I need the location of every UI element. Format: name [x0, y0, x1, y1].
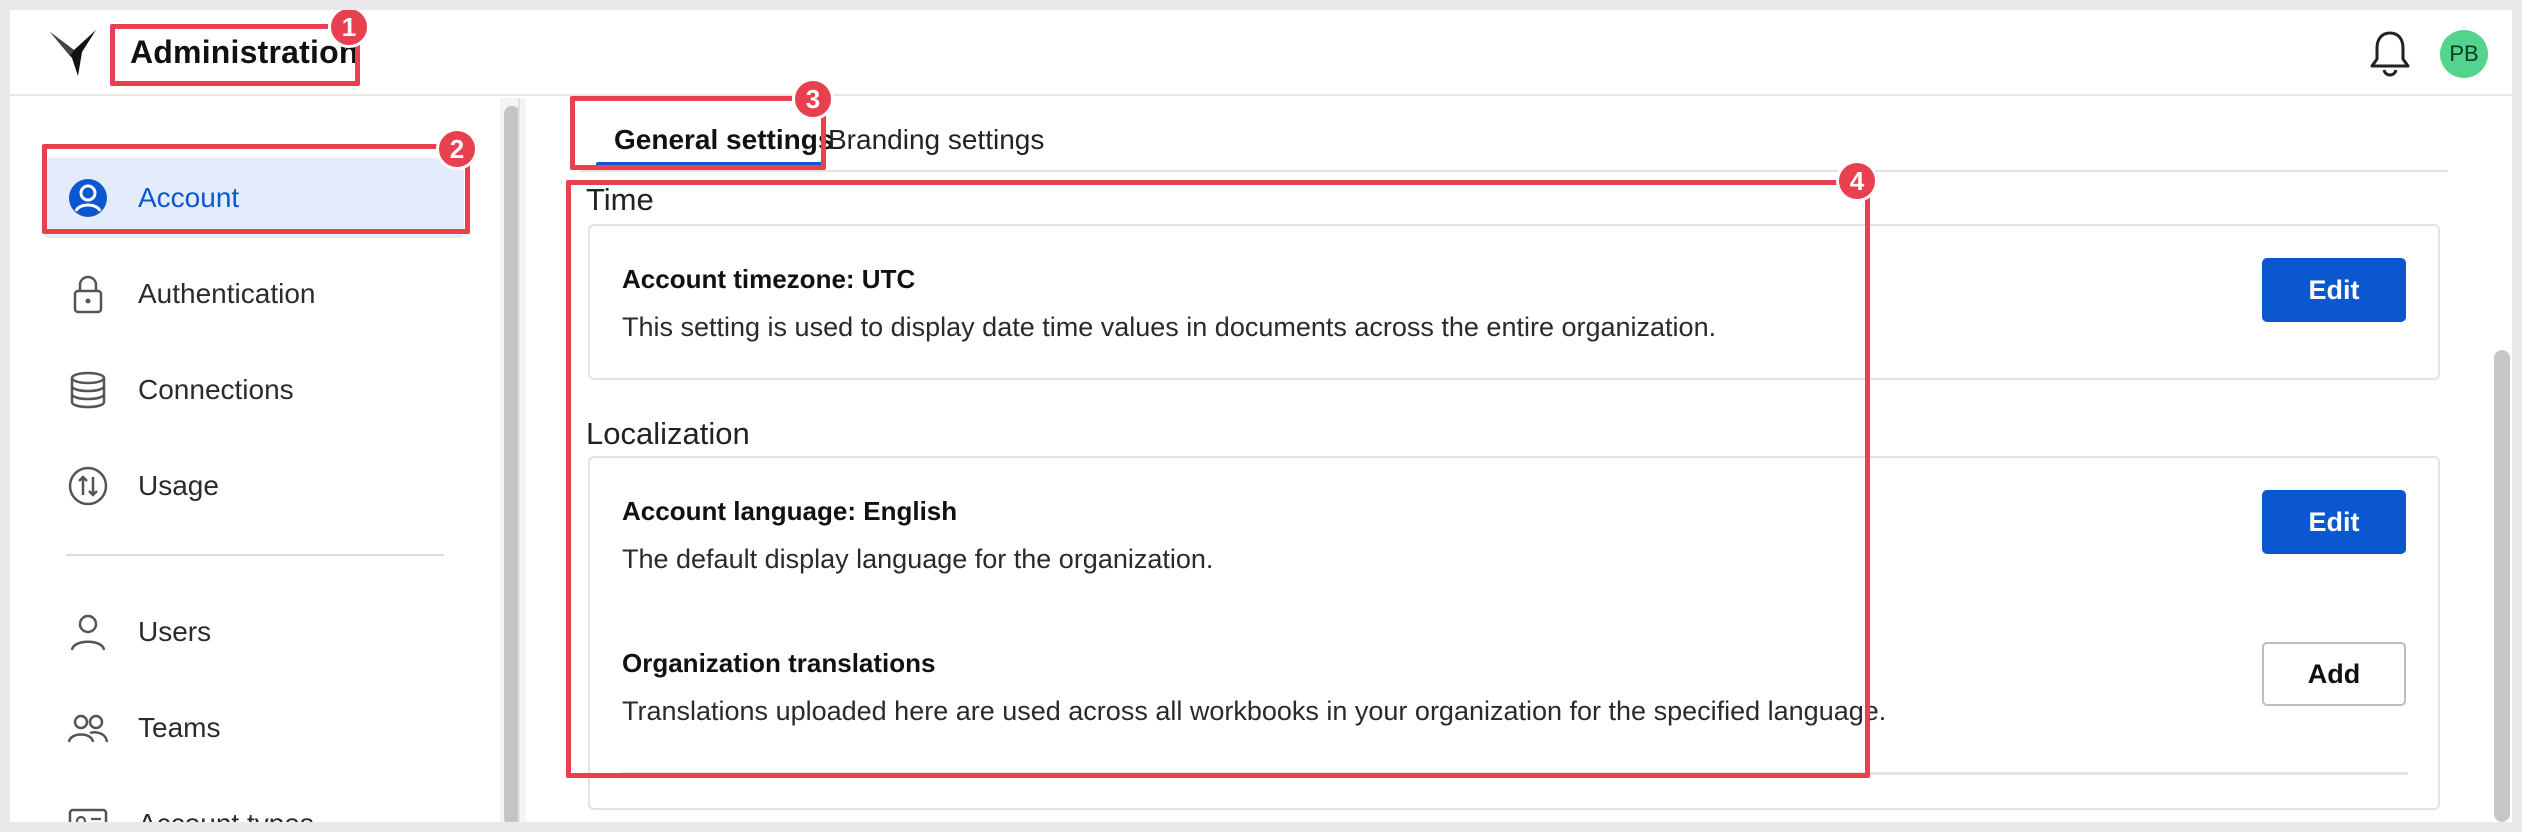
sidebar-item-users[interactable]: Users [44, 592, 464, 672]
admin-window: Administration PB Account Authentication [10, 10, 2512, 822]
annotation-badge-4: 4 [1836, 160, 1878, 202]
sidebar-item-usage[interactable]: Usage [44, 446, 464, 526]
sidebar-divider [66, 554, 444, 556]
user-icon [70, 614, 106, 651]
main-scrollbar[interactable] [2494, 350, 2510, 822]
annotation-box-3 [570, 96, 826, 170]
bell-icon[interactable] [2368, 29, 2412, 77]
settings-tabs: General settings Branding settings [580, 98, 2448, 172]
usage-icon [68, 466, 108, 506]
avatar[interactable]: PB [2440, 30, 2488, 78]
main-panel-border [518, 98, 520, 822]
lock-icon [73, 275, 103, 314]
edit-language-button[interactable]: Edit [2262, 490, 2406, 554]
sidebar-item-label: Usage [138, 470, 219, 501]
annotation-badge-3: 3 [792, 78, 834, 120]
annotation-badge-2: 2 [436, 128, 478, 170]
database-icon [70, 371, 106, 409]
tab-branding-settings[interactable]: Branding settings [828, 124, 1044, 156]
sidebar-item-label: Teams [138, 712, 221, 743]
annotation-box-2 [42, 144, 470, 234]
team-icon [68, 714, 108, 743]
annotation-box-1 [110, 24, 360, 86]
sidebar-item-teams[interactable]: Teams [44, 688, 464, 768]
top-header: Administration PB [10, 10, 2512, 96]
sidebar-item-authentication[interactable]: Authentication [44, 254, 464, 334]
sidebar-item-label: Authentication [138, 278, 316, 309]
sidebar-item-connections[interactable]: Connections [44, 350, 464, 430]
sidebar-item-label: Account types [138, 808, 314, 822]
bird-logo-icon[interactable] [48, 28, 100, 78]
edit-timezone-button[interactable]: Edit [2262, 258, 2406, 322]
annotation-box-4 [566, 180, 1870, 778]
sidebar-item-label: Users [138, 616, 212, 647]
sidebar-item-account-types[interactable]: Account types [44, 784, 464, 822]
sidebar-item-label: Connections [138, 374, 294, 405]
id-card-icon [68, 808, 108, 822]
add-translations-button[interactable]: Add [2262, 642, 2406, 706]
